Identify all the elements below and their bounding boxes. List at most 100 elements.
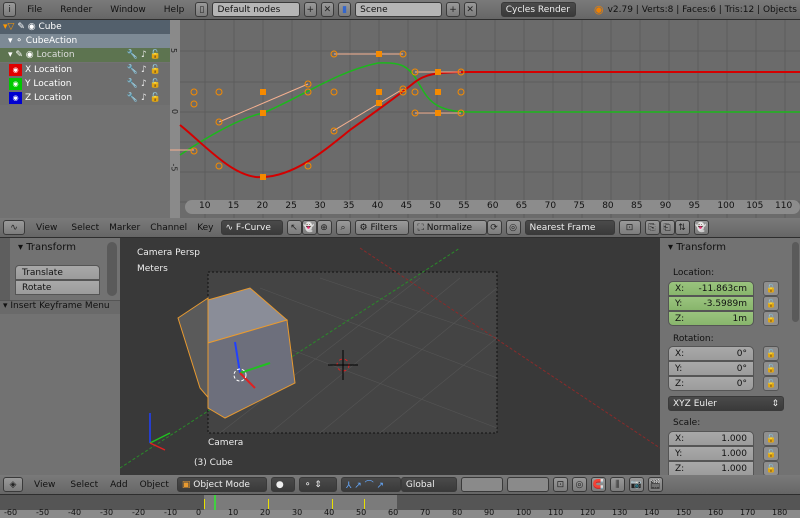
channel-z-location[interactable]: ◉Z Location🔧♪🔓 xyxy=(0,91,170,105)
only-selected-icon[interactable]: ↖ xyxy=(287,220,302,235)
normalize-toggle[interactable]: ⛶ Normalize xyxy=(413,220,487,235)
lock-icon[interactable]: 🔓 xyxy=(763,281,779,296)
eye-icon[interactable]: ◉ xyxy=(9,92,22,104)
timeline-ruler[interactable]: -60-50-40-30-20-100102030405060708090100… xyxy=(0,510,800,518)
transform-orientation-select[interactable]: Global xyxy=(401,477,457,492)
lock-icon[interactable]: 🔓 xyxy=(763,376,779,391)
delete-layout-button[interactable]: ✕ xyxy=(321,2,334,17)
menu-object[interactable]: Object xyxy=(136,480,173,490)
transform-panel-header[interactable]: ▾ Transform xyxy=(668,242,726,253)
channel-group-location[interactable]: ▾ ✎ ◉ Location🔧♪🔓 xyxy=(0,48,170,62)
lock-icon[interactable]: 🔓 xyxy=(763,311,779,326)
search-icon[interactable]: ⌕ xyxy=(336,220,351,235)
lock-icon[interactable]: 🔓 xyxy=(763,361,779,376)
channel-cube-action[interactable]: ▾ ⚬ CubeAction xyxy=(0,34,170,48)
insert-keyframe-panel[interactable]: ▾ Insert Keyframe Menu xyxy=(0,300,120,314)
scene-icon[interactable]: ▮ xyxy=(338,2,351,17)
snap-element-icon[interactable]: ⫼ xyxy=(610,477,625,492)
interaction-mode-select[interactable]: ▣ Object Mode xyxy=(177,477,267,492)
info-editor-icon[interactable]: i xyxy=(3,2,16,17)
menu-channel[interactable]: Channel xyxy=(147,223,190,233)
add-layout-button[interactable]: + xyxy=(304,2,317,17)
eye-icon[interactable]: ◉ xyxy=(9,64,22,76)
lock-icon[interactable]: 🔓 xyxy=(763,296,779,311)
frame-ruler[interactable]: 1015202530354045505560657075808590951001… xyxy=(185,200,800,214)
timeline-keyframe[interactable] xyxy=(204,499,205,509)
rotate-button[interactable]: Rotate xyxy=(15,280,100,295)
scale-z-field[interactable]: Z:1.000 xyxy=(668,461,754,475)
tool-shelf-tabs[interactable] xyxy=(0,238,10,300)
render-anim-icon[interactable]: 🎬 xyxy=(648,477,663,492)
menu-view[interactable]: View xyxy=(27,480,62,490)
paste-flipped-icon[interactable]: ⇅ xyxy=(675,220,690,235)
filters-button[interactable]: ⚙ Filters xyxy=(355,220,409,235)
timeline[interactable]: -60-50-40-30-20-100102030405060708090100… xyxy=(0,495,800,518)
lock-icon[interactable]: 🔓 xyxy=(763,431,779,446)
viewport-scene[interactable] xyxy=(120,238,660,475)
rotation-z-field[interactable]: Z:0° xyxy=(668,376,754,391)
channel-tools-icons[interactable]: 🔧♪🔓 xyxy=(127,65,164,75)
snap-mode-select[interactable]: Nearest Frame xyxy=(525,220,615,235)
tool-shelf-scrollbar[interactable] xyxy=(107,242,117,296)
rotation-mode-select[interactable]: XYZ Euler⇕ xyxy=(668,396,784,411)
menu-marker[interactable]: Marker xyxy=(106,223,143,233)
pivot-icon[interactable]: ⊡ xyxy=(619,220,641,235)
lock-icon[interactable]: 🔓 xyxy=(763,446,779,461)
auto-snap-icon[interactable]: ◎ xyxy=(506,220,521,235)
scale-y-field[interactable]: Y:1.000 xyxy=(668,446,754,461)
snap-icon[interactable]: 🧲 xyxy=(591,477,606,492)
editor-type-icon[interactable]: ◈ xyxy=(3,477,23,492)
add-scene-button[interactable]: + xyxy=(446,2,459,17)
graph-area[interactable]: 5 0 -5 101520253035404550556065707580859… xyxy=(170,20,800,218)
channel-tools-icons[interactable]: 🔧♪🔓 xyxy=(127,93,164,103)
properties-scrollbar[interactable] xyxy=(792,242,799,322)
manipulator-toggles[interactable]: ⅄ ↗ ⌒ ↗ xyxy=(341,477,401,492)
lock-icon[interactable]: 🔓 xyxy=(763,346,779,361)
ghost-curves-icon[interactable]: 👻 xyxy=(694,220,709,235)
menu-select[interactable]: Select xyxy=(66,480,102,490)
menu-key[interactable]: Key xyxy=(194,223,216,233)
copy-keyframes-icon[interactable]: ⎘ xyxy=(645,220,660,235)
show-hidden-icon[interactable]: 👻 xyxy=(302,220,317,235)
layer-buttons-1[interactable] xyxy=(461,477,503,492)
layout-name-field[interactable]: Default nodes xyxy=(212,2,299,17)
editor-type-icon[interactable]: ∿ xyxy=(3,220,25,235)
channel-tools-icons[interactable]: 🔧♪🔓 xyxy=(127,50,164,60)
menu-render[interactable]: Render xyxy=(53,5,99,15)
proportional-edit-icon[interactable]: ◎ xyxy=(572,477,587,492)
menu-view[interactable]: View xyxy=(29,223,64,233)
only-errors-icon[interactable]: ⊕ xyxy=(317,220,332,235)
graph-canvas[interactable] xyxy=(170,20,800,218)
channel-tools-icons[interactable]: 🔧♪🔓 xyxy=(127,79,164,89)
channel-y-location[interactable]: ◉Y Location🔧♪🔓 xyxy=(0,77,170,91)
refresh-icon[interactable]: ⟳ xyxy=(487,220,502,235)
menu-help[interactable]: Help xyxy=(157,5,192,15)
menu-add[interactable]: Add xyxy=(106,480,131,490)
channel-cube[interactable]: ▾▽ ✎ ◉ Cube xyxy=(0,20,170,34)
location-x-field[interactable]: X:-11.863cm xyxy=(668,281,754,296)
menu-file[interactable]: File xyxy=(20,5,49,15)
menu-select[interactable]: Select xyxy=(68,223,102,233)
lock-icon[interactable]: 🔓 xyxy=(763,461,779,475)
layer-buttons-2[interactable] xyxy=(507,477,549,492)
lock-camera-icon[interactable]: ⊡ xyxy=(553,477,568,492)
scale-x-field[interactable]: X:1.000 xyxy=(668,431,754,446)
transform-panel-header[interactable]: ▾ Transform xyxy=(18,242,76,253)
delete-scene-button[interactable]: ✕ xyxy=(464,2,477,17)
translate-button[interactable]: Translate xyxy=(15,265,100,280)
paste-keyframes-icon[interactable]: ⎗ xyxy=(660,220,675,235)
menu-window[interactable]: Window xyxy=(103,5,153,15)
current-frame-indicator[interactable] xyxy=(214,495,216,510)
screen-layout-icon[interactable]: ▯ xyxy=(195,2,208,17)
3d-viewport[interactable]: Camera Persp Meters Camera (3) Cube xyxy=(120,238,660,475)
channel-x-location[interactable]: ◉X Location🔧♪🔓 xyxy=(0,63,170,77)
eye-icon[interactable]: ◉ xyxy=(9,78,22,90)
location-z-field[interactable]: Z:1m xyxy=(668,311,754,326)
viewport-shading-select[interactable]: ● xyxy=(271,477,295,492)
pivot-point-select[interactable]: ⚬ ⇕ xyxy=(299,477,337,492)
rotation-x-field[interactable]: X:0° xyxy=(668,346,754,361)
render-engine-select[interactable]: Cycles Render xyxy=(501,2,576,17)
mode-select[interactable]: ∿ F-Curve xyxy=(221,220,283,235)
scene-name-field[interactable]: Scene xyxy=(355,2,442,17)
location-y-field[interactable]: Y:-3.5989m xyxy=(668,296,754,311)
